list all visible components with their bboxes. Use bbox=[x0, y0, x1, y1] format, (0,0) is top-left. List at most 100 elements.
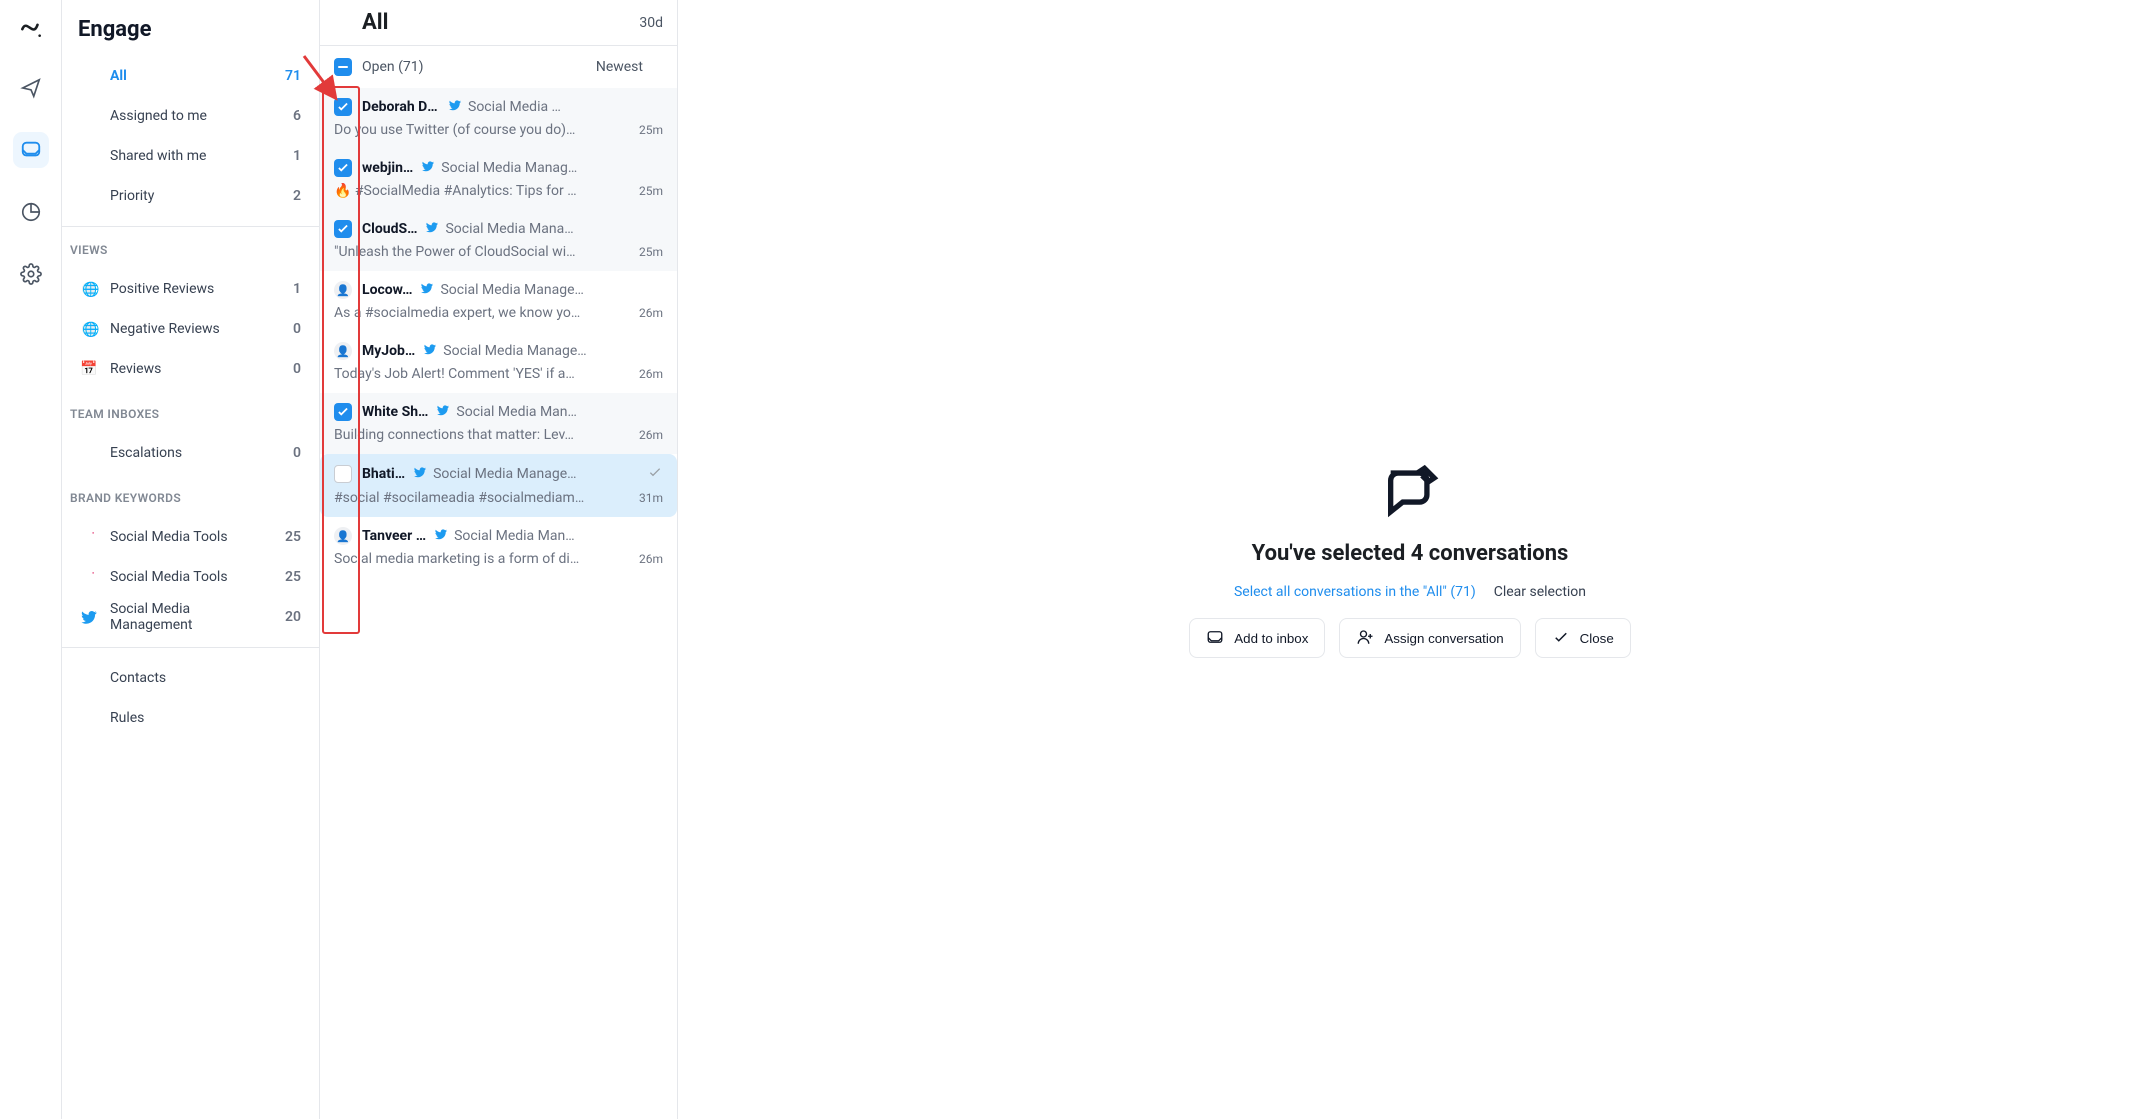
conversation-item[interactable]: Deborah Dia…Social Media …Do you use Twi… bbox=[320, 88, 677, 149]
conversation-source: Social Media Manage… bbox=[440, 282, 583, 298]
sidebar-team-escalations[interactable]: Escalations 0 bbox=[70, 433, 311, 473]
avatar: 👤 bbox=[334, 281, 352, 299]
avatar: 👤 bbox=[334, 527, 352, 545]
sidebar-item-count: 1 bbox=[293, 148, 301, 164]
conversation-time: 26m bbox=[639, 367, 663, 381]
conversation-checkbox[interactable] bbox=[334, 403, 352, 421]
conversation-item[interactable]: CloudS… Social Media Mana… "Unleash the Po… bbox=[320, 210, 677, 271]
assign-conversation-button[interactable]: Assign conversation bbox=[1339, 618, 1520, 658]
sidebar-brand-title: BRAND KEYWORDS bbox=[62, 479, 319, 511]
conversation-name: Bhati… bbox=[362, 466, 405, 482]
rail-reports-icon[interactable] bbox=[13, 194, 49, 230]
close-button[interactable]: Close bbox=[1535, 618, 1631, 658]
done-icon bbox=[647, 464, 663, 484]
instagram-icon bbox=[80, 568, 98, 586]
rail-engage-icon[interactable] bbox=[13, 132, 49, 168]
globe-icon: 🌐 bbox=[80, 280, 98, 298]
sidebar-item-count: 1 bbox=[293, 281, 301, 297]
conversation-item[interactable]: 👤MyJob…Social Media Manage…Today's Job A… bbox=[320, 332, 677, 393]
megaphone-icon bbox=[80, 67, 98, 85]
conversation-checkbox[interactable] bbox=[334, 159, 352, 177]
conversation-name: Locow… bbox=[362, 282, 412, 298]
conversation-item[interactable]: 👤Tanveer …Social Media Man…Social media … bbox=[320, 517, 677, 578]
list-filter-row: Open (71) Newest bbox=[320, 46, 677, 88]
conversation-time: 25m bbox=[639, 184, 663, 198]
conversation-preview: As a #socialmedia expert, we know yo… bbox=[334, 305, 629, 321]
conversation-time: 25m bbox=[639, 123, 663, 137]
sidebar-item-label: Reviews bbox=[110, 361, 161, 377]
sidebar-view-negative[interactable]: 🌐 Negative Reviews 0 bbox=[70, 309, 311, 349]
conversation-item[interactable]: White Sh…Social Media Man…Building conne… bbox=[320, 393, 677, 454]
status-dropdown[interactable]: Open (71) bbox=[362, 59, 444, 75]
sidebar-view-reviews[interactable]: 📅 Reviews 0 bbox=[70, 349, 311, 389]
sidebar-item-count: 0 bbox=[293, 361, 301, 377]
conversation-item[interactable]: Bhati… Social Media Manage… #social #socil… bbox=[320, 454, 677, 517]
conversation-checkbox[interactable] bbox=[334, 220, 352, 238]
twitter-icon bbox=[80, 608, 98, 626]
globe-icon: 🌐 bbox=[80, 320, 98, 338]
conversation-time: 26m bbox=[639, 428, 663, 442]
conversation-source: Social Media Mana… bbox=[445, 221, 573, 237]
conversation-preview: #social #socilameadia #socialmediam… bbox=[334, 490, 629, 506]
add-to-inbox-button[interactable]: Add to inbox bbox=[1189, 618, 1325, 658]
conversation-preview: Social media marketing is a form of di… bbox=[334, 551, 629, 567]
sidebar-item-count: 0 bbox=[293, 321, 301, 337]
calendar-icon bbox=[617, 14, 631, 32]
conversation-time: 31m bbox=[639, 491, 663, 505]
conversation-name: CloudS… bbox=[362, 221, 417, 237]
status-label: Open (71) bbox=[362, 59, 424, 75]
menu-icon[interactable] bbox=[334, 12, 352, 34]
sidebar-item-label: Positive Reviews bbox=[110, 281, 214, 297]
sidebar-brand-mgmt[interactable]: Social Media Management 20 bbox=[70, 597, 311, 637]
sidebar-rules[interactable]: Rules bbox=[70, 698, 311, 738]
conversation-preview: "Unleash the Power of CloudSocial wi… bbox=[334, 244, 629, 260]
inbox-icon bbox=[1206, 628, 1224, 649]
nav-rail bbox=[0, 0, 62, 1119]
rail-publish-icon[interactable] bbox=[13, 70, 49, 106]
sort-label: Newest bbox=[596, 59, 643, 75]
conversation-source: Social Media Manag… bbox=[441, 160, 577, 176]
conversation-name: Deborah Dia… bbox=[362, 99, 440, 115]
conversation-source: Social Media … bbox=[468, 99, 561, 115]
button-label: Close bbox=[1580, 631, 1614, 646]
conversation-preview: Building connections that matter: Lev… bbox=[334, 427, 629, 443]
sidebar-view-positive[interactable]: 🌐 Positive Reviews 1 bbox=[70, 269, 311, 309]
sidebar-item-count: 2 bbox=[293, 188, 301, 204]
conversation-source: Social Media Manage… bbox=[433, 466, 576, 482]
clear-selection-link[interactable]: Clear selection bbox=[1494, 584, 1586, 600]
sidebar-contacts[interactable]: Contacts bbox=[70, 658, 311, 698]
button-label: Add to inbox bbox=[1234, 631, 1308, 646]
conversation-time: 26m bbox=[639, 552, 663, 566]
range-dropdown[interactable]: 30d bbox=[617, 14, 663, 32]
sidebar-item-count: 0 bbox=[293, 445, 301, 461]
range-label: 30d bbox=[639, 15, 663, 31]
sidebar-item-assigned[interactable]: Assigned to me 6 bbox=[70, 96, 311, 136]
sidebar-brand-tools-2[interactable]: Social Media Tools 25 bbox=[70, 557, 311, 597]
conversation-time: 26m bbox=[639, 306, 663, 320]
twitter-icon bbox=[448, 98, 462, 116]
select-all-link[interactable]: Select all conversations in the "All" (7… bbox=[1234, 584, 1476, 600]
rail-settings-icon[interactable] bbox=[13, 256, 49, 292]
conversation-item[interactable]: 👤 Locow… Social Media Manage… As a #socialm… bbox=[320, 271, 677, 332]
conversation-checkbox[interactable] bbox=[334, 465, 352, 483]
users-icon bbox=[80, 147, 98, 165]
sidebar-item-count: 71 bbox=[285, 68, 301, 84]
sidebar-item-priority[interactable]: Priority 2 bbox=[70, 176, 311, 216]
sidebar-views-title: VIEWS bbox=[62, 231, 319, 263]
conversation-item[interactable]: webjin…Social Media Manag…🔥 #SocialMedia… bbox=[320, 149, 677, 210]
sidebar-item-label: Escalations bbox=[110, 445, 182, 461]
sort-dropdown[interactable]: Newest bbox=[596, 59, 663, 75]
sidebar-item-shared[interactable]: Shared with me 1 bbox=[70, 136, 311, 176]
user-plus-icon bbox=[1356, 628, 1374, 649]
conversation-preview: 🔥 #SocialMedia #Analytics: Tips for … bbox=[334, 183, 629, 199]
conversation-source: Social Media Man… bbox=[456, 404, 577, 420]
sidebar-item-all[interactable]: All 71 bbox=[70, 56, 311, 96]
user-icon bbox=[80, 107, 98, 125]
search-icon[interactable] bbox=[281, 16, 303, 42]
twitter-icon bbox=[423, 342, 437, 360]
sidebar-item-label: Social Media Management bbox=[110, 601, 261, 633]
list-title: All bbox=[362, 10, 388, 35]
sidebar-brand-tools-1[interactable]: Social Media Tools 25 bbox=[70, 517, 311, 557]
sidebar-item-label: Priority bbox=[110, 188, 154, 204]
sidebar-item-label: All bbox=[110, 68, 127, 84]
